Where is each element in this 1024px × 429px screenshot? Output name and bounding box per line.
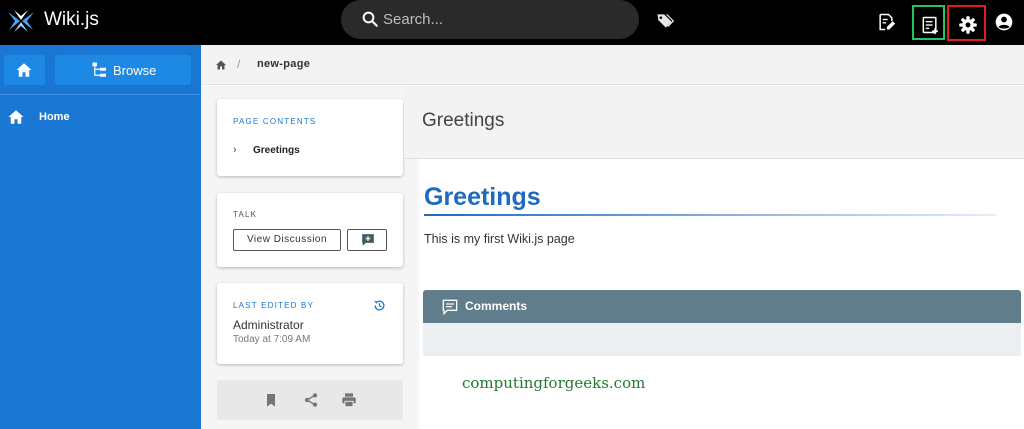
sidebar: Browse Home: [0, 45, 201, 429]
bookmark-icon[interactable]: [263, 392, 279, 408]
content-paragraph: This is my first Wiki.js page: [424, 232, 575, 246]
heading-underline: [424, 214, 996, 216]
wikijs-logo-icon[interactable]: [6, 8, 36, 34]
home-icon: [8, 110, 24, 124]
account-button[interactable]: [988, 4, 1020, 38]
sidebar-item-home[interactable]: Home: [0, 105, 201, 129]
page-title: Greetings: [422, 110, 505, 131]
home-icon: [16, 63, 32, 77]
search-input[interactable]: Search...: [341, 0, 639, 39]
edit-page-button[interactable]: [870, 4, 902, 38]
file-tree-icon: [92, 62, 106, 77]
share-icon[interactable]: [303, 392, 319, 408]
new-page-icon: [922, 16, 938, 35]
talk-title: TALK: [233, 210, 258, 219]
search-placeholder: Search...: [383, 11, 444, 28]
settings-button[interactable]: [947, 5, 986, 41]
new-comment-button[interactable]: [347, 229, 387, 251]
toc-card: PAGE CONTENTS › Greetings: [217, 99, 403, 176]
new-page-button[interactable]: [912, 5, 945, 40]
browse-button[interactable]: Browse: [55, 55, 191, 85]
toc-item-label: Greetings: [253, 145, 300, 156]
view-discussion-button[interactable]: View Discussion: [233, 229, 341, 251]
edit-timestamp: Today at 7:09 AM: [233, 334, 311, 345]
page-title-bar: Greetings: [404, 86, 1024, 159]
search-icon: [362, 11, 378, 27]
comment-icon: [442, 299, 458, 315]
chevron-right-icon: ›: [233, 144, 237, 156]
home-icon[interactable]: [215, 59, 227, 71]
print-icon[interactable]: [341, 392, 357, 408]
comments-label: Comments: [465, 299, 528, 313]
last-edited-card: LAST EDITED BY Administrator Today at 7:…: [217, 283, 403, 364]
last-edited-title: LAST EDITED BY: [233, 301, 315, 310]
talk-card: TALK View Discussion: [217, 193, 403, 267]
browse-label: Browse: [113, 63, 157, 78]
comments-body: [423, 323, 1021, 356]
breadcrumb: / new-page: [201, 45, 1024, 85]
toc-title: PAGE CONTENTS: [233, 117, 317, 126]
page-side-panel: PAGE CONTENTS › Greetings TALK View Disc…: [201, 86, 419, 429]
toc-item[interactable]: › Greetings: [233, 144, 300, 156]
editor-name[interactable]: Administrator: [233, 318, 304, 332]
comment-plus-icon: [362, 234, 374, 246]
edit-page-icon: [879, 13, 896, 31]
tags-icon[interactable]: [655, 11, 675, 31]
account-icon: [995, 13, 1013, 31]
sidebar-home-button[interactable]: [4, 55, 45, 85]
app-title[interactable]: Wiki.js: [44, 9, 99, 31]
watermark-text: computingforgeeks.com: [462, 374, 646, 392]
history-icon[interactable]: [373, 299, 386, 312]
sidebar-divider: [0, 94, 201, 95]
content-heading: Greetings: [424, 183, 541, 211]
breadcrumb-current-page[interactable]: new-page: [257, 58, 310, 70]
comments-header: Comments: [423, 290, 1021, 323]
sidebar-item-label: Home: [39, 111, 70, 123]
top-bar: Wiki.js Search...: [0, 0, 1024, 45]
gear-icon: [959, 16, 977, 34]
breadcrumb-separator: /: [237, 57, 241, 71]
page-actions-bar: [217, 380, 403, 420]
